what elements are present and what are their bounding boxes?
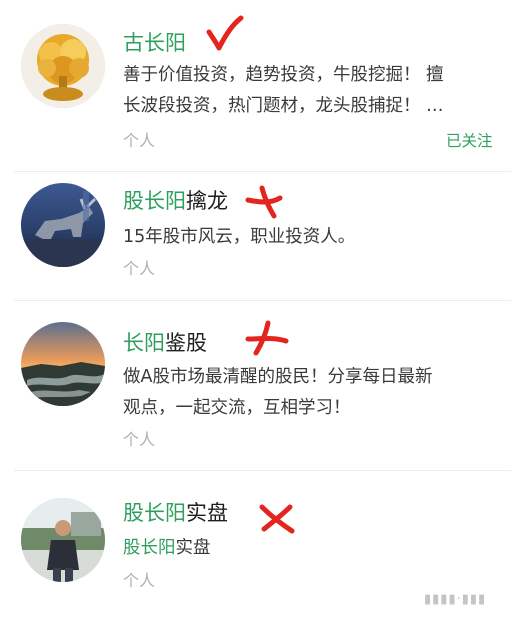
account-name[interactable]: 古长阳: [123, 30, 186, 56]
account-name-rest: 擒龙: [186, 189, 228, 213]
cross-mark-icon: [245, 320, 289, 356]
avatar-bull[interactable]: [21, 183, 105, 267]
description-line-1: 股长阳实盘: [123, 533, 495, 564]
description-line-1: 15年股市风云，职业投资人。: [123, 227, 356, 247]
account-type: 个人: [123, 131, 156, 150]
account-name[interactable]: 股长阳实盘: [123, 500, 228, 526]
account-type: 个人: [123, 259, 156, 278]
followed-button[interactable]: 已关注: [446, 131, 493, 151]
account-item-1[interactable]: 古长阳 善于价值投资，趋势投资，牛股挖掘！ 擅 长波段投资，热门题材，龙头股捕捉…: [0, 0, 517, 172]
account-name-highlight: 古长阳: [123, 31, 186, 55]
watermark: ▮▮▮▮·▮▮▮: [424, 592, 487, 607]
description-rest: 实盘: [175, 538, 211, 558]
description-line-1: 善于价值投资，趋势投资，牛股挖掘！ 擅: [123, 65, 444, 85]
account-description: 股长阳实盘: [123, 533, 495, 564]
account-description: 善于价值投资，趋势投资，牛股挖掘！ 擅 长波段投资，热门题材，龙头股捕捉！ …: [123, 60, 495, 122]
description-highlight: 股长阳: [123, 538, 176, 558]
description-line-2: 观点，一起交流，互相学习！: [123, 398, 351, 418]
account-type: 个人: [123, 430, 156, 449]
account-item-2[interactable]: 股长阳擒龙 15年股市风云，职业投资人。 个人: [0, 172, 517, 301]
account-name-rest: 实盘: [186, 501, 228, 525]
cross-mark-icon: [245, 185, 283, 219]
avatar-sunset[interactable]: [21, 322, 105, 406]
account-description: 15年股市风云，职业投资人。: [123, 222, 495, 253]
avatar-money-tree[interactable]: [21, 24, 105, 108]
account-description: 做A股市场最清醒的股民！分享每日最新 观点，一起交流，互相学习！: [123, 362, 495, 424]
description-line-1: 做A股市场最清醒的股民！分享每日最新: [123, 367, 433, 387]
cross-mark-icon: [259, 504, 295, 534]
account-name[interactable]: 股长阳擒龙: [123, 188, 228, 214]
account-name[interactable]: 长阳鉴股: [123, 330, 207, 356]
account-type: 个人: [123, 571, 156, 590]
avatar-person[interactable]: [21, 498, 105, 582]
account-name-rest: 鉴股: [165, 331, 207, 355]
check-mark-icon: [206, 15, 244, 51]
account-name-highlight: 股长阳: [123, 189, 186, 213]
description-line-2: 长波段投资，热门题材，龙头股捕捉！ …: [123, 96, 444, 116]
account-name-highlight: 股长阳: [123, 501, 186, 525]
account-item-3[interactable]: 长阳鉴股 做A股市场最清醒的股民！分享每日最新 观点，一起交流，互相学习！ 个人: [0, 301, 517, 471]
account-name-highlight: 长阳: [123, 331, 165, 355]
